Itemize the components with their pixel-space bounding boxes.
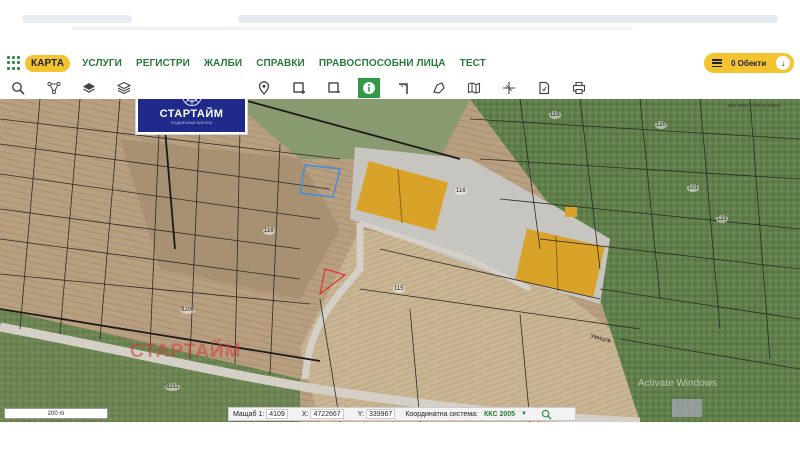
info-tool[interactable] [358, 78, 380, 98]
parcel-label: 101 [687, 184, 700, 192]
map-corner-coordinates: 8R2-0098-47/2840 3862m [728, 103, 781, 108]
scale-bar: 200 m [4, 408, 108, 419]
y-coordinate-value: 339967 [365, 409, 396, 419]
search-icon [12, 82, 25, 95]
y-label: Y: [357, 410, 364, 418]
x-label: X: [301, 410, 309, 418]
nav-item-complaints[interactable]: ЖАЛБИ [204, 58, 242, 69]
logo-name: СТАРТАЙМ [159, 108, 224, 120]
parcel-label: 121 [716, 215, 729, 223]
nav-item-map[interactable]: КАРТА [25, 54, 71, 72]
parcel-label: 120 [655, 121, 668, 129]
map-watermark: СТАРТАЙМ [130, 341, 242, 362]
main-nav: КАРТА УСЛУГИ РЕГИСТРИ ЖАЛБИ СПРАВКИ ПРАВ… [0, 51, 800, 75]
parcel-label: 115 [393, 285, 405, 293]
route-icon [47, 81, 61, 95]
nav-item-reports[interactable]: СПРАВКИ [256, 58, 305, 69]
route-tool[interactable] [43, 78, 65, 98]
measure-length-tool[interactable] [393, 78, 415, 98]
coordinate-system-label: Координатна система: [405, 410, 478, 418]
menu-icon [712, 59, 722, 67]
measure-area-tool[interactable] [428, 78, 450, 98]
logo-subtitle: ПОДЕМНИЦИ ВИСОКИ [170, 121, 213, 125]
parcel-label: 119 [549, 111, 561, 119]
nav-item-test[interactable]: ТЕСТ [460, 58, 486, 69]
map-toolbar [0, 77, 800, 99]
nav-item-licensed-persons[interactable]: ПРАВОСПОСОБНИ ЛИЦА [319, 58, 446, 69]
arrow-down-icon: ↓ [776, 56, 791, 70]
apps-grid-icon[interactable] [7, 56, 21, 70]
layers-stack-tool[interactable] [113, 78, 135, 98]
search-tool[interactable] [7, 78, 29, 98]
parcel-label: 116 [455, 187, 467, 195]
scale-bar-label: 200 m [47, 410, 65, 417]
measure-area-icon [433, 82, 445, 94]
windows-activation-notice: Activate Windows [638, 378, 717, 389]
company-logo: СТАРТАЙМ ПОДЕМНИЦИ ВИСОКИ [136, 99, 247, 134]
select-area-icon [328, 82, 340, 93]
map-tool[interactable] [463, 78, 485, 98]
print-icon [572, 81, 586, 95]
objects-button[interactable]: 0 Обекти ↓ [704, 53, 794, 73]
document-icon [539, 81, 550, 95]
document-tool[interactable] [533, 78, 555, 98]
objects-count-label: 0 Обекти [731, 58, 767, 68]
layers-icon [83, 83, 95, 93]
blurred-header-line [72, 27, 632, 30]
parcel-label: 8206 [180, 306, 196, 314]
marker-tool[interactable] [253, 78, 275, 98]
app-window: КАРТА УСЛУГИ РЕГИСТРИ ЖАЛБИ СПРАВКИ ПРАВ… [0, 0, 800, 449]
crosshair-icon [503, 82, 515, 94]
search-icon[interactable] [541, 409, 552, 420]
scale-input[interactable]: 4109 [266, 409, 288, 419]
x-coordinate-value: 4722667 [310, 409, 344, 419]
parcel-label: 8211 [165, 383, 180, 391]
crosshair-tool[interactable] [498, 78, 520, 98]
map-icon [467, 82, 481, 94]
select-area-tool[interactable] [323, 78, 345, 98]
info-icon [363, 82, 375, 94]
dropdown-caret-icon[interactable]: ▼ [521, 411, 527, 417]
marker-icon [258, 81, 270, 95]
parcel-label: 116 [263, 227, 275, 235]
satellite-map-image [0, 99, 800, 422]
logo-emblem-icon [181, 99, 202, 106]
scale-label: Мащаб 1: [233, 410, 265, 418]
draw-polygon-tool[interactable] [288, 78, 310, 98]
coordinate-system-select[interactable]: ККС 2005 [484, 411, 515, 418]
blurred-header-text [238, 15, 778, 23]
measure-length-icon [399, 83, 408, 94]
coordinate-status-bar: Мащаб 1: 4109 X: 4722667 Y: 339967 Коорд… [228, 407, 576, 421]
top-header-strip [0, 0, 800, 48]
nav-item-services[interactable]: УСЛУГИ [82, 58, 122, 69]
print-tool[interactable] [568, 78, 590, 98]
layers-tool[interactable] [78, 78, 100, 98]
blurred-header-text [22, 15, 132, 23]
map-canvas[interactable]: 8R2-0098-47/2840 3862m 119 120 121 101 1… [0, 99, 800, 422]
draw-polygon-icon [293, 82, 305, 94]
layers-stack-icon [117, 81, 131, 95]
nav-item-registers[interactable]: РЕГИСТРИ [136, 58, 190, 69]
